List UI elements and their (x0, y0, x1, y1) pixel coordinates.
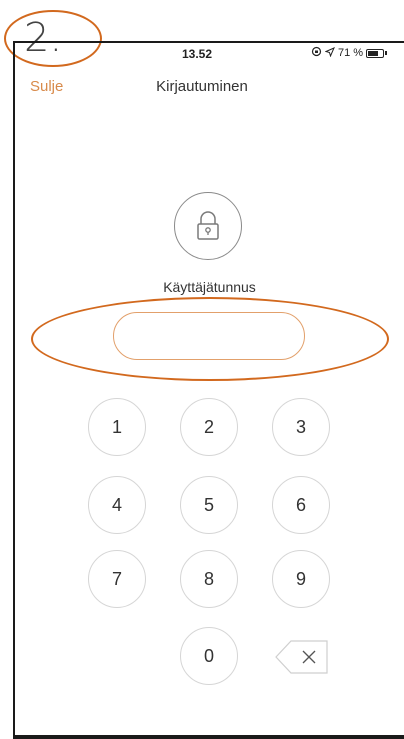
page-title: Kirjautuminen (156, 78, 248, 95)
orientation-lock-icon (311, 46, 322, 60)
keypad-key-4[interactable]: 4 (88, 476, 146, 534)
status-time: 13.52 (182, 47, 213, 61)
phone-frame-left (13, 41, 15, 739)
keypad-key-0[interactable]: 0 (180, 627, 238, 685)
phone-frame-bottom (13, 735, 404, 739)
battery-icon (366, 48, 385, 58)
location-arrow-icon (324, 46, 335, 60)
battery-tip (385, 51, 388, 55)
step-annotation-label: 2. (24, 15, 63, 61)
phone-frame-top (13, 41, 404, 43)
username-label: Käyttäjätunnus (163, 279, 256, 295)
keypad-key-5[interactable]: 5 (180, 476, 238, 534)
keypad-key-6[interactable]: 6 (272, 476, 330, 534)
battery-percent: 71 % (338, 47, 364, 59)
backspace-icon (275, 640, 328, 674)
keypad-key-3[interactable]: 3 (272, 398, 330, 456)
backspace-button[interactable] (275, 640, 329, 674)
keypad-key-2[interactable]: 2 (180, 398, 238, 456)
keypad-key-9[interactable]: 9 (272, 550, 330, 608)
username-input[interactable] (113, 312, 305, 360)
keypad-key-1[interactable]: 1 (88, 398, 146, 456)
keypad-key-8[interactable]: 8 (180, 550, 238, 608)
lock-icon (174, 192, 242, 260)
keypad-key-7[interactable]: 7 (88, 550, 146, 608)
status-indicators: 71 % (311, 46, 388, 60)
